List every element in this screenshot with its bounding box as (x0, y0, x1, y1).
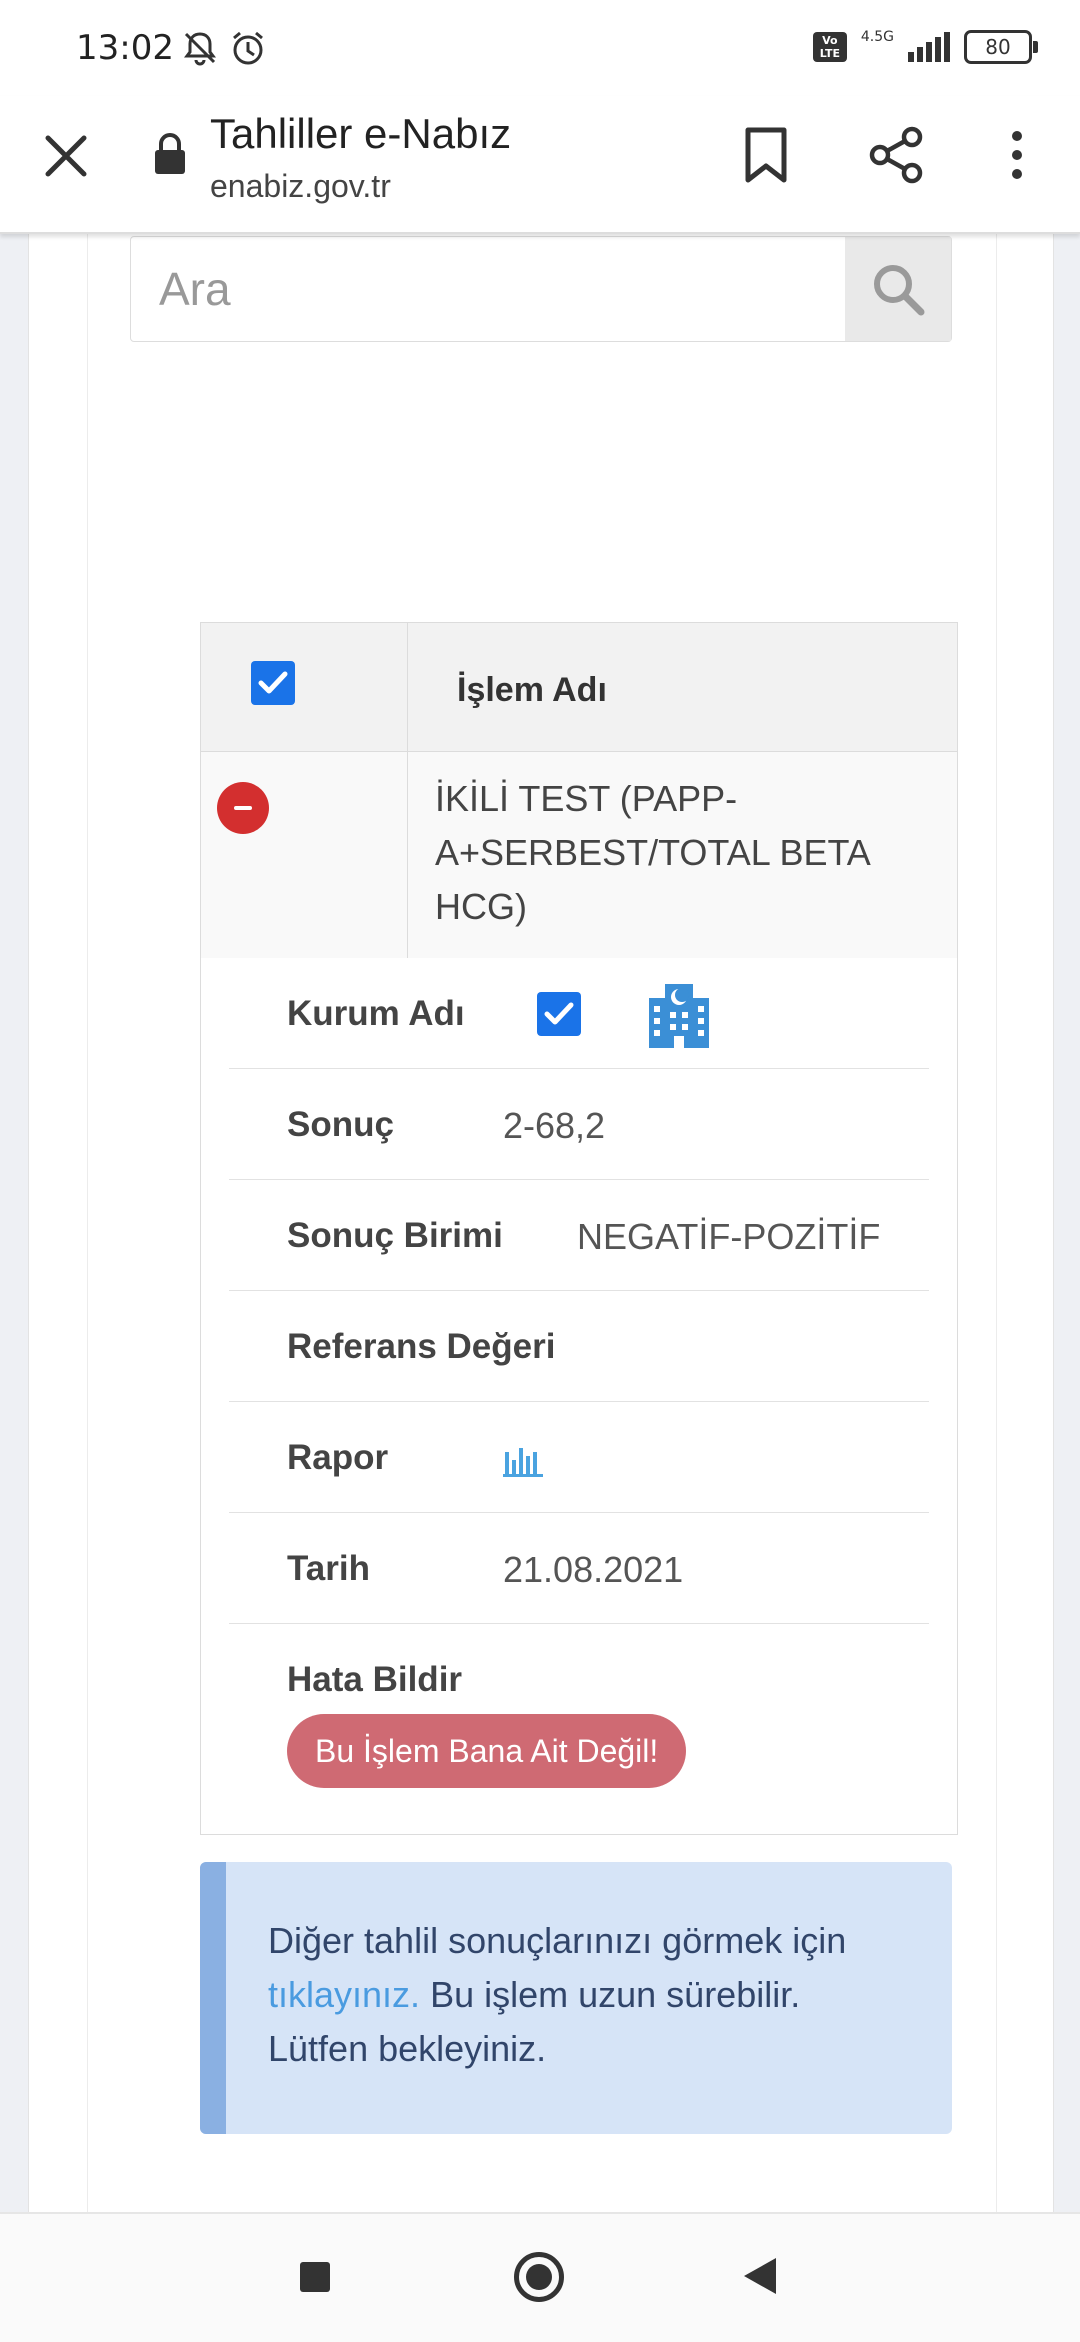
row-details: Kurum Adı Sonuç 2-68,2 Sonuç Birimi NEGA… (201, 958, 957, 1834)
table-header: İşlem Adı (201, 623, 957, 752)
column-header-islem-adi: İşlem Adı (457, 671, 607, 709)
search-box (130, 236, 952, 342)
referans-label: Referans Değeri (287, 1327, 556, 1366)
search-input[interactable] (131, 237, 851, 341)
hata-label: Hata Bildir (287, 1660, 463, 1699)
detail-tarih: Tarih 21.08.2021 (229, 1513, 929, 1624)
tarih-value: 21.08.2021 (503, 1549, 684, 1590)
kurum-label: Kurum Adı (287, 994, 465, 1033)
detail-kurum: Kurum Adı (229, 958, 929, 1069)
search-button[interactable] (845, 237, 951, 341)
detail-sonuc-birimi: Sonuç Birimi NEGATİF-POZİTİF (229, 1180, 929, 1291)
sonuc-label: Sonuç (287, 1105, 394, 1144)
select-all-checkbox[interactable] (251, 661, 295, 705)
birim-label: Sonuç Birimi (287, 1216, 503, 1255)
detail-hata-bildir: Hata Bildir Bu İşlem Bana Ait Değil! (229, 1624, 929, 1834)
status-bar: 13:02 Vo LTE 4.5G 80 (0, 0, 1080, 96)
network-type: 4.5G (860, 29, 894, 45)
info-alert: Diğer tahlil sonuçlarınızı görmek için t… (200, 1862, 952, 2134)
results-table: İşlem Adı İKİLİ TEST (PAPP-A+SERBEST/TOT… (200, 622, 958, 1835)
status-time: 13:02 (76, 28, 174, 68)
back-button[interactable] (744, 2258, 776, 2294)
detail-rapor: Rapor (229, 1402, 929, 1513)
battery-icon: 80 (964, 30, 1038, 64)
collapse-row-icon[interactable] (217, 782, 269, 834)
share-icon[interactable] (868, 126, 926, 184)
page-url[interactable]: enabiz.gov.tr (210, 168, 391, 205)
hospital-icon[interactable] (641, 976, 717, 1057)
home-button[interactable] (514, 2252, 564, 2302)
info-text: Diğer tahlil sonuçlarınızı görmek için t… (268, 1914, 898, 2076)
search-icon (874, 265, 925, 316)
recents-button[interactable] (300, 2262, 330, 2292)
info-accent-bar (200, 1862, 226, 2134)
report-error-button[interactable]: Bu İşlem Bana Ait Değil! (287, 1714, 687, 1788)
kurum-checkbox[interactable] (537, 992, 581, 1036)
rapor-label: Rapor (287, 1438, 389, 1477)
header-checkbox-cell (201, 623, 408, 751)
sonuc-value: 2-68,2 (503, 1105, 606, 1146)
tarih-label: Tarih (287, 1549, 370, 1588)
report-chart-icon[interactable] (503, 1438, 543, 1483)
page-content: İşlem Adı İKİLİ TEST (PAPP-A+SERBEST/TOT… (0, 232, 1080, 2212)
system-nav-bar (0, 2212, 1080, 2342)
row-islem-adi: İKİLİ TEST (PAPP-A+SERBEST/TOTAL BETA HC… (435, 778, 869, 927)
content-panel: İşlem Adı İKİLİ TEST (PAPP-A+SERBEST/TOT… (87, 232, 997, 2212)
alarm-icon (228, 28, 268, 68)
info-link[interactable]: tıklayınız. (268, 1974, 420, 2015)
content-wrapper: İşlem Adı İKİLİ TEST (PAPP-A+SERBEST/TOT… (28, 232, 1054, 2212)
bookmark-icon[interactable] (740, 126, 792, 184)
info-text-before: Diğer tahlil sonuçlarınızı görmek için (268, 1920, 847, 1961)
detail-referans: Referans Değeri (229, 1291, 929, 1402)
detail-sonuc: Sonuç 2-68,2 (229, 1069, 929, 1180)
row-toggle-cell (201, 752, 408, 958)
birim-value: NEGATİF-POZİTİF (577, 1216, 881, 1257)
close-icon[interactable] (40, 130, 92, 182)
signal-icon (908, 32, 950, 62)
page-title[interactable]: Tahliller e-Nabız (210, 110, 511, 158)
more-options-icon[interactable] (1000, 126, 1034, 184)
browser-toolbar: Tahliller e-Nabız enabiz.gov.tr (0, 96, 1080, 234)
table-row: İKİLİ TEST (PAPP-A+SERBEST/TOTAL BETA HC… (201, 752, 957, 958)
volte-badge: Vo LTE (812, 32, 847, 62)
lock-icon[interactable] (152, 132, 188, 176)
mute-bell-icon (180, 28, 220, 68)
